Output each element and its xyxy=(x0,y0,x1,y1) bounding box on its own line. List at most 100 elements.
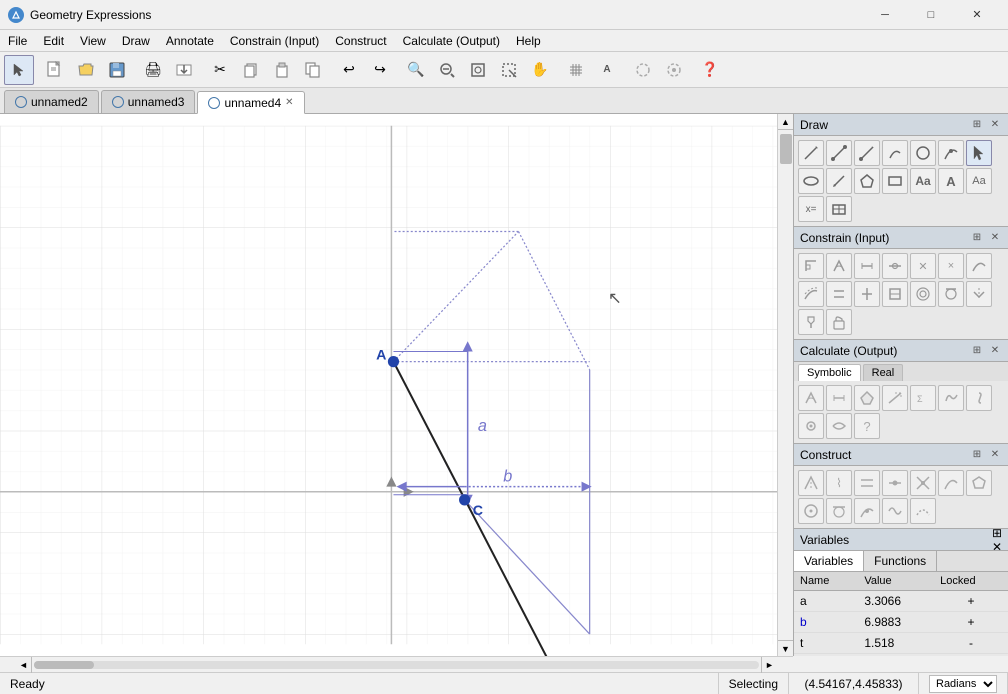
duplicate-button[interactable] xyxy=(298,55,328,85)
construct-circle-tool[interactable] xyxy=(798,498,824,524)
construct-point-on-tool[interactable] xyxy=(854,498,880,524)
calc-question-tool[interactable]: ? xyxy=(854,413,880,439)
construct-perp-tool[interactable]: ⌇ xyxy=(826,470,852,496)
scroll-left-button[interactable]: ◄ xyxy=(16,657,32,673)
constrain-distance[interactable] xyxy=(854,253,880,279)
calc-coord-tool[interactable]: Σ xyxy=(910,385,936,411)
calc-area-tool[interactable] xyxy=(854,385,880,411)
constrain-panel-float-button[interactable]: ⊞ xyxy=(970,231,984,245)
minimize-button[interactable]: ─ xyxy=(862,0,908,30)
construct-midpoint-tool[interactable] xyxy=(882,470,908,496)
draw-ellipse-tool[interactable] xyxy=(798,168,824,194)
calculate-panel-float-button[interactable]: ⊞ xyxy=(970,344,984,358)
undo-button[interactable]: ↩ xyxy=(334,55,364,85)
construct-locus-tool[interactable] xyxy=(910,498,936,524)
calc-point-tool[interactable] xyxy=(798,413,824,439)
calculate-panel-close-button[interactable]: ✕ xyxy=(988,344,1002,358)
variable-row-a[interactable]: a 3.3066 + xyxy=(794,591,1008,612)
menu-construct[interactable]: Construct xyxy=(327,30,394,52)
draw-label-tool[interactable]: A xyxy=(938,168,964,194)
print-button[interactable]: 🖨 xyxy=(138,55,168,85)
calc-integral-tool[interactable] xyxy=(966,385,992,411)
draw-select-tool[interactable] xyxy=(966,140,992,166)
draw-equation-tool[interactable]: x= xyxy=(798,196,824,222)
paste-button[interactable] xyxy=(267,55,297,85)
constrain-right-angle[interactable] xyxy=(798,253,824,279)
constrain-panel-close-button[interactable]: ✕ xyxy=(988,231,1002,245)
var-locked-a[interactable]: + xyxy=(934,591,1008,612)
help-button[interactable]: ❓ xyxy=(695,55,725,85)
constrain-coincident[interactable] xyxy=(882,281,908,307)
open-button[interactable] xyxy=(71,55,101,85)
zoom-in-button[interactable]: 🔍 xyxy=(401,55,431,85)
variables-panel-float-button[interactable]: ⊞ xyxy=(992,526,1002,540)
scroll-down-button[interactable]: ▼ xyxy=(778,640,794,656)
horizontal-scrollbar[interactable]: ◄ ► xyxy=(0,656,793,672)
draw-line-tool[interactable] xyxy=(798,140,824,166)
snap-button[interactable]: A xyxy=(592,55,622,85)
constrain-lock[interactable] xyxy=(826,309,852,335)
tab-unnamed2[interactable]: unnamed2 xyxy=(4,90,99,113)
scroll-up-button[interactable]: ▲ xyxy=(778,114,794,130)
construct-intersect-tool[interactable] xyxy=(910,470,936,496)
save-button[interactable] xyxy=(102,55,132,85)
construct-arc-tool[interactable] xyxy=(938,470,964,496)
construct-polygon-tool[interactable] xyxy=(966,470,992,496)
var-locked-t[interactable]: - xyxy=(934,633,1008,654)
constrain-y-coord[interactable]: × xyxy=(938,253,964,279)
canvas-area[interactable]: a b A C B ↖ ▲ ▼ xyxy=(0,114,793,656)
draw-ray-tool[interactable] xyxy=(854,140,880,166)
menu-file[interactable]: File xyxy=(0,30,35,52)
variables-tab-functions[interactable]: Functions xyxy=(864,551,937,571)
construct-bisect-tool[interactable] xyxy=(798,470,824,496)
menu-annotate[interactable]: Annotate xyxy=(158,30,222,52)
zoom-fit-button[interactable] xyxy=(463,55,493,85)
draw-table-tool[interactable] xyxy=(826,196,852,222)
variable-row-t[interactable]: t 1.518 - xyxy=(794,633,1008,654)
constrain-sym[interactable] xyxy=(966,281,992,307)
constrain-parallel[interactable] xyxy=(826,281,852,307)
constrain-angle[interactable] xyxy=(826,253,852,279)
constraint-button[interactable] xyxy=(628,55,658,85)
select-tool-button[interactable] xyxy=(4,55,34,85)
construct-panel-float-button[interactable]: ⊞ xyxy=(970,448,984,462)
construct-panel-close-button[interactable]: ✕ xyxy=(988,448,1002,462)
calc-distance-tool[interactable] xyxy=(826,385,852,411)
scroll-right-button[interactable]: ► xyxy=(761,657,777,673)
draw-panel-float-button[interactable]: ⊞ xyxy=(970,118,984,132)
constrain-curve[interactable] xyxy=(966,253,992,279)
draw-panel-close-button[interactable]: ✕ xyxy=(988,118,1002,132)
angle-unit-select[interactable]: Radians Degrees xyxy=(929,675,997,693)
constrain-tangent[interactable] xyxy=(938,281,964,307)
construct-parallel-tool[interactable] xyxy=(854,470,880,496)
calc-slope-tool[interactable] xyxy=(882,385,908,411)
constrain-slope[interactable] xyxy=(798,281,824,307)
draw-text-tool[interactable]: Aa xyxy=(910,168,936,194)
menu-draw[interactable]: Draw xyxy=(114,30,158,52)
grid-button[interactable] xyxy=(561,55,591,85)
cut-button[interactable]: ✂ xyxy=(205,55,235,85)
construct-trace-tool[interactable] xyxy=(882,498,908,524)
draw-polygon-tool[interactable] xyxy=(854,168,880,194)
draw-segment-tool[interactable] xyxy=(826,140,852,166)
constrain-x-coord[interactable]: ✕ xyxy=(910,253,936,279)
menu-edit[interactable]: Edit xyxy=(35,30,72,52)
var-locked-b[interactable]: + xyxy=(934,612,1008,633)
construct-tangent-tool[interactable] xyxy=(826,498,852,524)
draw-arc-tool[interactable] xyxy=(882,140,908,166)
tab-close-unnamed4[interactable]: ✕ xyxy=(285,97,293,108)
copy-button[interactable] xyxy=(236,55,266,85)
tab-unnamed3[interactable]: unnamed3 xyxy=(101,90,196,113)
draw-pencil-tool[interactable] xyxy=(826,168,852,194)
draw-conic-tool[interactable] xyxy=(938,140,964,166)
constrain-fix[interactable] xyxy=(798,309,824,335)
scroll-thumb[interactable] xyxy=(780,134,792,164)
constrain-perpendicular[interactable] xyxy=(854,281,880,307)
calc-angle-tool[interactable] xyxy=(798,385,824,411)
maximize-button[interactable]: □ xyxy=(908,0,954,30)
variables-tab-variables[interactable]: Variables xyxy=(794,551,864,571)
menu-calculate[interactable]: Calculate (Output) xyxy=(395,30,508,52)
new-button[interactable] xyxy=(40,55,70,85)
menu-help[interactable]: Help xyxy=(508,30,549,52)
calc-deriv-tool[interactable] xyxy=(938,385,964,411)
